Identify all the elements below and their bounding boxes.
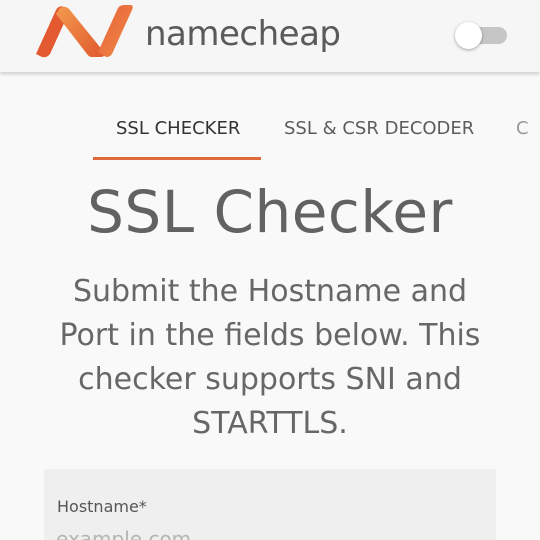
hostname-label: Hostname* bbox=[57, 497, 147, 516]
page: namecheap SSL CHECKER SSL & CSR DECODER … bbox=[0, 0, 540, 540]
brand-name[interactable]: namecheap bbox=[145, 14, 341, 54]
tab-ssl-checker[interactable]: SSL CHECKER bbox=[116, 118, 240, 139]
page-description: Submit the Hostname and Port in the fiel… bbox=[59, 274, 481, 441]
tab-next-clipped[interactable]: C bbox=[516, 118, 540, 142]
theme-toggle[interactable] bbox=[455, 22, 507, 49]
hostname-input[interactable] bbox=[56, 524, 476, 540]
toggle-knob bbox=[455, 22, 482, 49]
top-header: namecheap bbox=[0, 0, 540, 72]
tab-next-label: C bbox=[516, 118, 529, 139]
tool-tabs: SSL CHECKER SSL & CSR DECODER bbox=[0, 100, 540, 162]
active-tab-indicator bbox=[93, 157, 261, 160]
ssl-check-form: Hostname* bbox=[44, 469, 496, 540]
tab-ssl-csr-decoder[interactable]: SSL & CSR DECODER bbox=[284, 118, 474, 139]
page-title: SSL Checker bbox=[87, 178, 453, 246]
namecheap-logo-icon[interactable] bbox=[34, 4, 134, 58]
